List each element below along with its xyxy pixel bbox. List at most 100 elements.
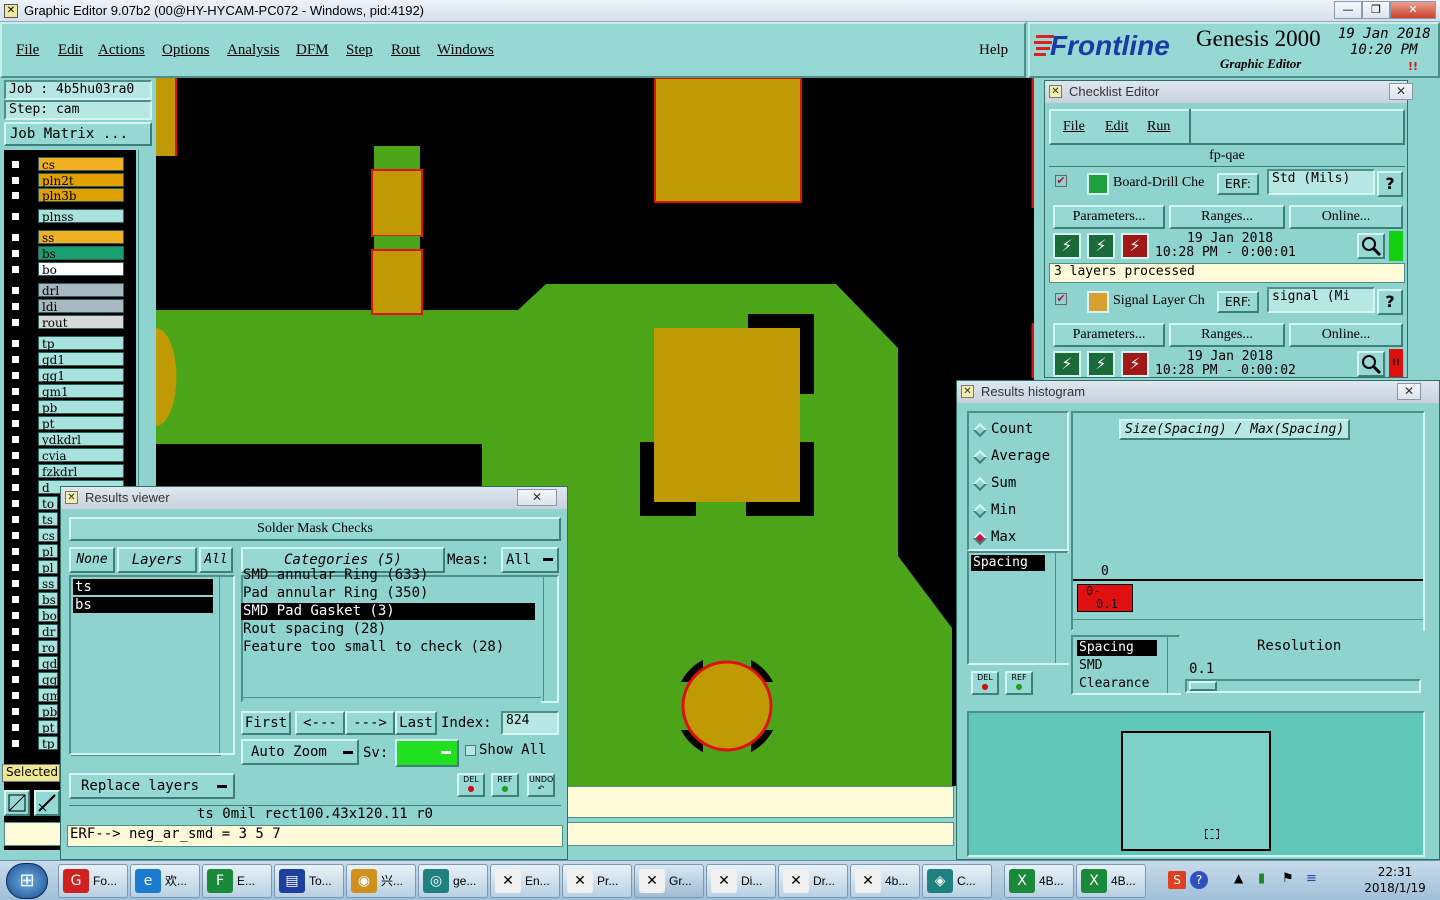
taskbar-button-1[interactable]: e 欢... [130,864,200,898]
check1-ranges-button[interactable]: Ranges... [1169,205,1285,229]
layers-header-button[interactable]: Layers [117,547,197,573]
check1-online-button[interactable]: Online... [1289,205,1403,229]
checklist-close-button[interactable]: ✕ [1389,83,1413,100]
attribute-item-smd[interactable]: SMD [1079,658,1102,673]
layer-row-bo-7[interactable]: bo [6,608,58,622]
histogram-h-scrollbar[interactable] [1073,619,1423,631]
layer-row-dr-8[interactable]: dr [6,624,58,638]
checklist-menu-edit[interactable]: Edit [1105,119,1128,135]
check2-parameters-button[interactable]: Parameters... [1053,323,1165,347]
layer-checkbox[interactable] [10,578,21,589]
checklist-menu-run[interactable]: Run [1147,119,1170,135]
replace-layers-dropdown[interactable]: Replace layers [69,773,235,799]
layer-checkbox[interactable] [10,248,21,259]
check1-parameters-button[interactable]: Parameters... [1053,205,1165,229]
layer-checkbox[interactable] [10,514,21,525]
layer-row-ss-5[interactable]: ss [6,576,58,590]
layer-checkbox[interactable] [10,434,21,445]
check2-erf-field[interactable]: signal (Mi [1267,287,1375,313]
taskbar-button-2[interactable]: F E... [202,864,272,898]
attribute-item-clearance[interactable]: Clearance [1079,676,1149,691]
category-item[interactable]: SMD annular Ring (633) [241,567,535,584]
resolution-slider[interactable] [1185,679,1421,693]
layer-row-rout[interactable]: rout [6,315,124,330]
layer-row-ro-9[interactable]: ro [6,640,58,654]
layer-checkbox[interactable] [10,402,21,413]
first-button[interactable]: First [241,711,291,735]
job-matrix-button[interactable]: Job Matrix ... [4,122,152,146]
check2-enable-checkbox[interactable]: ✔ [1055,293,1067,305]
taskbar-button-13[interactable]: X 4B... [1004,864,1074,898]
check2-run-icon[interactable]: ⚡ [1053,351,1081,377]
layer-row-gm1[interactable]: gm1 [6,384,124,399]
histogram-bar[interactable]: 0- 0.1 [1077,584,1133,612]
results-del-button[interactable]: DEL ● [457,773,485,797]
layer-row-drl[interactable]: drl [6,283,124,298]
layer-checkbox[interactable] [10,482,21,493]
input-method-icon[interactable]: S [1168,871,1186,889]
layer-row-pb-13[interactable]: pb [6,704,58,718]
layer-checkbox[interactable] [10,530,21,541]
taskbar-button-7[interactable]: ✕ Pr... [562,864,632,898]
layer-row-gg1[interactable]: gg1 [6,368,124,383]
layer-checkbox[interactable] [10,386,21,397]
results-ref-button[interactable]: REF ● [491,773,519,797]
taskbar-button-5[interactable]: ◎ ge... [418,864,488,898]
checklist-menu-file[interactable]: File [1063,119,1085,135]
layer-row-cvia[interactable]: cvia [6,448,124,463]
category-item[interactable]: Feature too small to check (28) [241,639,535,656]
tray-expand-icon[interactable]: ▲ [1234,871,1243,885]
taskbar-button-11[interactable]: ✕ 4b... [850,864,920,898]
results-viewer-close-button[interactable]: ✕ [517,489,557,506]
layer-row-gd-10[interactable]: gd [6,656,58,670]
result-layer-ts[interactable]: ts [73,579,213,595]
layer-checkbox[interactable] [10,317,21,328]
layer-checkbox[interactable] [10,232,21,243]
layer-checkbox[interactable] [10,690,21,701]
layer-checkbox[interactable] [10,562,21,573]
layer-row-pt[interactable]: pt [6,416,124,431]
layer-checkbox[interactable] [10,211,21,222]
minimize-button[interactable]: — [1334,1,1362,19]
layer-checkbox[interactable] [10,190,21,201]
layer-row-tp-15[interactable]: tp [6,736,58,750]
check2-ranges-button[interactable]: Ranges... [1169,323,1285,347]
menu-help[interactable]: Help [979,42,1008,59]
layer-row-bs-6[interactable]: bs [6,592,58,606]
taskbar-button-0[interactable]: G Fo... [58,864,128,898]
layer-checkbox[interactable] [10,370,21,381]
histogram-close-button[interactable]: ✕ [1397,383,1421,400]
layer-checkbox[interactable] [10,418,21,429]
taskbar-button-12[interactable]: ◈ C... [922,864,992,898]
menu-file[interactable]: File [16,42,39,59]
category-item[interactable]: SMD Pad Gasket (3) [241,603,535,620]
layer-checkbox[interactable] [10,301,21,312]
zoom-area-icon[interactable] [4,790,30,816]
layer-checkbox[interactable] [10,642,21,653]
check1-run-selected-icon[interactable]: ⚡ [1087,233,1115,259]
maximize-button[interactable]: ❐ [1362,1,1390,19]
layer-row-fzkdrl[interactable]: fzkdrl [6,464,124,479]
layer-checkbox[interactable] [10,466,21,477]
menu-actions[interactable]: Actions [98,42,145,59]
auto-zoom-dropdown[interactable]: Auto Zoom [241,739,359,765]
index-input[interactable]: 824 [501,711,559,735]
histogram-del-button[interactable]: DEL ● [971,671,999,695]
check1-erf-button[interactable]: ERF: [1217,173,1259,195]
layer-row-gg-11[interactable]: gg [6,672,58,686]
network-icon[interactable]: ▮ [1258,871,1265,886]
check1-enable-checkbox[interactable]: ✔ [1055,175,1067,187]
flag-icon[interactable]: ⚑ [1282,871,1294,886]
layer-row-ss[interactable]: ss [6,230,124,245]
check1-erf-field[interactable]: Std (Mils) [1267,169,1375,195]
layer-row-pt-14[interactable]: pt [6,720,58,734]
layer-row-pln3b[interactable]: pln3b [6,188,124,203]
results-layer-scrollbar[interactable] [219,577,233,753]
taskbar-button-3[interactable]: ▤ To... [274,864,344,898]
layer-row-plnss[interactable]: plnss [6,209,124,224]
layer-row-cs-2[interactable]: cs [6,528,58,542]
layer-checkbox[interactable] [10,722,21,733]
layer-row-tp[interactable]: tp [6,336,124,351]
category-item[interactable]: Pad annular Ring (350) [241,585,535,602]
next-button[interactable]: ---> [345,711,395,735]
